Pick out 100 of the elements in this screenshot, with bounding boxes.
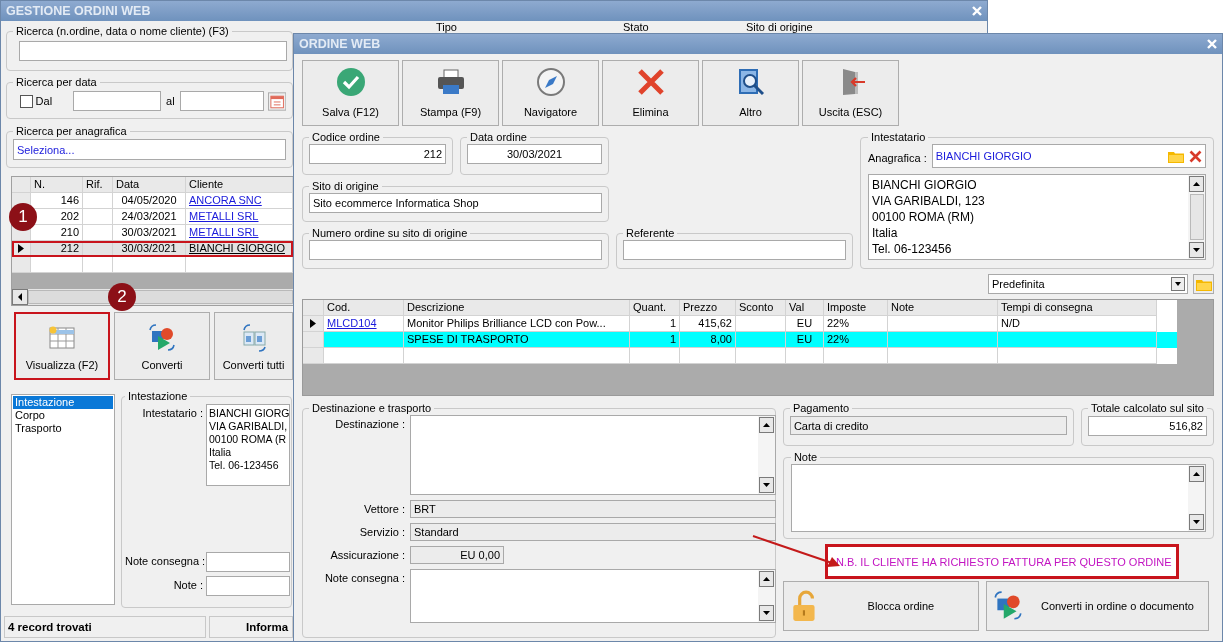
compass-icon bbox=[534, 66, 567, 98]
field-label: Note : bbox=[172, 578, 203, 593]
scroll-down-button[interactable] bbox=[1189, 242, 1204, 258]
group-label: Totale calcolato sul sito bbox=[1089, 402, 1205, 415]
column-header[interactable]: Data bbox=[113, 177, 186, 193]
readonly-field[interactable]: BRT bbox=[410, 500, 776, 518]
scroll-up-button[interactable] bbox=[1189, 176, 1204, 192]
field-label: Servizio : bbox=[358, 525, 405, 540]
site-order-number-field[interactable] bbox=[309, 240, 602, 260]
scroll-thumb[interactable] bbox=[28, 290, 293, 304]
scroll-down-button[interactable] bbox=[759, 477, 774, 493]
folder-button[interactable] bbox=[1193, 274, 1214, 294]
group-label: Ricerca per data bbox=[15, 76, 98, 89]
toolbar-button[interactable]: Uscita (ESC) bbox=[802, 60, 899, 126]
action-button[interactable]: Visualizza (F2) bbox=[14, 312, 110, 380]
date-field[interactable] bbox=[179, 91, 264, 111]
customer-link[interactable]: BIANCHI GIORGIO bbox=[189, 242, 285, 254]
scroll-down-button[interactable] bbox=[1189, 514, 1204, 530]
column-header[interactable]: Val bbox=[786, 300, 824, 316]
column-header[interactable]: Quant. bbox=[630, 300, 680, 316]
product-code-link[interactable]: MLCD104 bbox=[327, 317, 377, 329]
date-field[interactable] bbox=[73, 91, 162, 111]
row-header[interactable] bbox=[303, 316, 324, 332]
column-header[interactable]: Descrizione bbox=[404, 300, 630, 316]
group-label: Note bbox=[792, 451, 819, 464]
note-field[interactable] bbox=[206, 576, 290, 596]
warning-message: N.B. IL CLIENTE HA RICHIESTO FATTURA PER QUESTO ORDINE bbox=[824, 544, 1179, 579]
layout-dropdown[interactable]: Predefinita bbox=[988, 274, 1188, 294]
customer-select-field[interactable]: Seleziona... bbox=[13, 139, 286, 160]
section-item[interactable]: Corpo bbox=[13, 409, 113, 422]
address-line: BIANCHI GIORGIO bbox=[872, 177, 978, 193]
field-label: Anagrafica : bbox=[868, 150, 927, 164]
window-title: GESTIONE ORDINI WEB bbox=[6, 4, 151, 18]
scroll-left-button[interactable] bbox=[12, 289, 28, 305]
column-header[interactable]: Note bbox=[888, 300, 998, 316]
group-label: Data ordine bbox=[469, 131, 528, 144]
toolbar-button[interactable]: Stampa (F9) bbox=[402, 60, 499, 126]
column-header[interactable]: Sconto bbox=[736, 300, 786, 316]
folder-icon[interactable] bbox=[1168, 149, 1184, 163]
column-header[interactable]: Cliente bbox=[186, 177, 293, 193]
payment-field[interactable]: Carta di credito bbox=[789, 416, 1067, 435]
action-button[interactable]: Converti tutti bbox=[214, 312, 293, 380]
group-label: Numero ordine su sito di origine bbox=[311, 227, 469, 240]
group-label: Intestatario bbox=[870, 131, 927, 144]
table-cell bbox=[786, 348, 824, 364]
origin-site-field[interactable]: Sito ecommerce Informatica Shop bbox=[309, 193, 602, 213]
column-header[interactable]: Imposte bbox=[824, 300, 888, 316]
field-label: Destinazione : bbox=[334, 417, 405, 432]
filter-label: Sito di origine bbox=[745, 21, 814, 33]
scroll-down-button[interactable] bbox=[759, 605, 774, 621]
column-header[interactable]: N. bbox=[31, 177, 83, 193]
section-item[interactable]: Intestazione bbox=[13, 396, 113, 409]
column-header[interactable]: Prezzo bbox=[680, 300, 736, 316]
scroll-up-button[interactable] bbox=[1189, 466, 1204, 482]
customer-field[interactable]: BIANCHI GIORGIO bbox=[931, 144, 1206, 168]
address-line: 00100 ROMA (R bbox=[209, 433, 287, 446]
calendar-icon[interactable] bbox=[267, 91, 286, 111]
toolbar-button[interactable]: Navigatore bbox=[502, 60, 599, 126]
address-line: Italia bbox=[872, 225, 899, 241]
close-icon[interactable] bbox=[1189, 149, 1202, 163]
column-header[interactable]: Tempi di consegna bbox=[998, 300, 1157, 316]
header-cell bbox=[12, 177, 31, 193]
toolbar-button[interactable]: Elimina bbox=[602, 60, 699, 126]
delivery-note-field[interactable] bbox=[206, 552, 290, 572]
table-cell bbox=[680, 348, 736, 364]
readonly-field[interactable]: Standard bbox=[410, 523, 776, 541]
contact-field[interactable] bbox=[623, 240, 846, 260]
row-header[interactable] bbox=[12, 241, 31, 257]
checkbox[interactable] bbox=[20, 94, 33, 108]
total-field[interactable]: 516,82 bbox=[1087, 416, 1207, 436]
action-button[interactable]: Blocca ordine bbox=[782, 581, 979, 631]
toolbar-button[interactable]: Altro bbox=[702, 60, 799, 126]
customer-link[interactable]: METALLI SRL bbox=[189, 210, 259, 222]
address-line: BIANCHI GIORG bbox=[209, 407, 287, 420]
action-button[interactable]: Converti bbox=[114, 312, 210, 380]
customer-link[interactable]: METALLI SRL bbox=[189, 226, 259, 238]
customer-link[interactable]: ANCORA SNC bbox=[189, 194, 262, 206]
scroll-thumb[interactable] bbox=[1189, 194, 1204, 240]
section-item[interactable]: Trasporto bbox=[13, 422, 113, 435]
folder-icon bbox=[1195, 277, 1212, 291]
action-button[interactable]: Converti in ordine o documento bbox=[985, 581, 1209, 631]
check-icon bbox=[334, 66, 367, 98]
amount-field[interactable]: EU 0,00 bbox=[410, 546, 504, 564]
search-field[interactable] bbox=[19, 41, 287, 61]
scroll-up-button[interactable] bbox=[759, 417, 774, 433]
scroll-up-button[interactable] bbox=[759, 571, 774, 587]
table-cell bbox=[630, 348, 680, 364]
field-label: al bbox=[165, 95, 176, 107]
column-header[interactable]: Cod. bbox=[324, 300, 404, 316]
table-cell bbox=[736, 348, 786, 364]
callout-badge: 2 bbox=[108, 283, 136, 311]
column-header[interactable]: Rif. bbox=[83, 177, 113, 193]
address-line: Tel. 06-123456 bbox=[872, 241, 953, 257]
group-label: Ricerca per anagrafica bbox=[15, 125, 128, 138]
order-code-field[interactable]: 212 bbox=[309, 144, 446, 164]
field-label: Assicurazione : bbox=[329, 548, 405, 563]
order-date-field[interactable]: 30/03/2021 bbox=[467, 144, 602, 164]
toolbar-button[interactable]: Salva (F12) bbox=[302, 60, 399, 126]
field-label: Vettore : bbox=[363, 502, 405, 517]
group-label: Codice ordine bbox=[311, 131, 381, 144]
